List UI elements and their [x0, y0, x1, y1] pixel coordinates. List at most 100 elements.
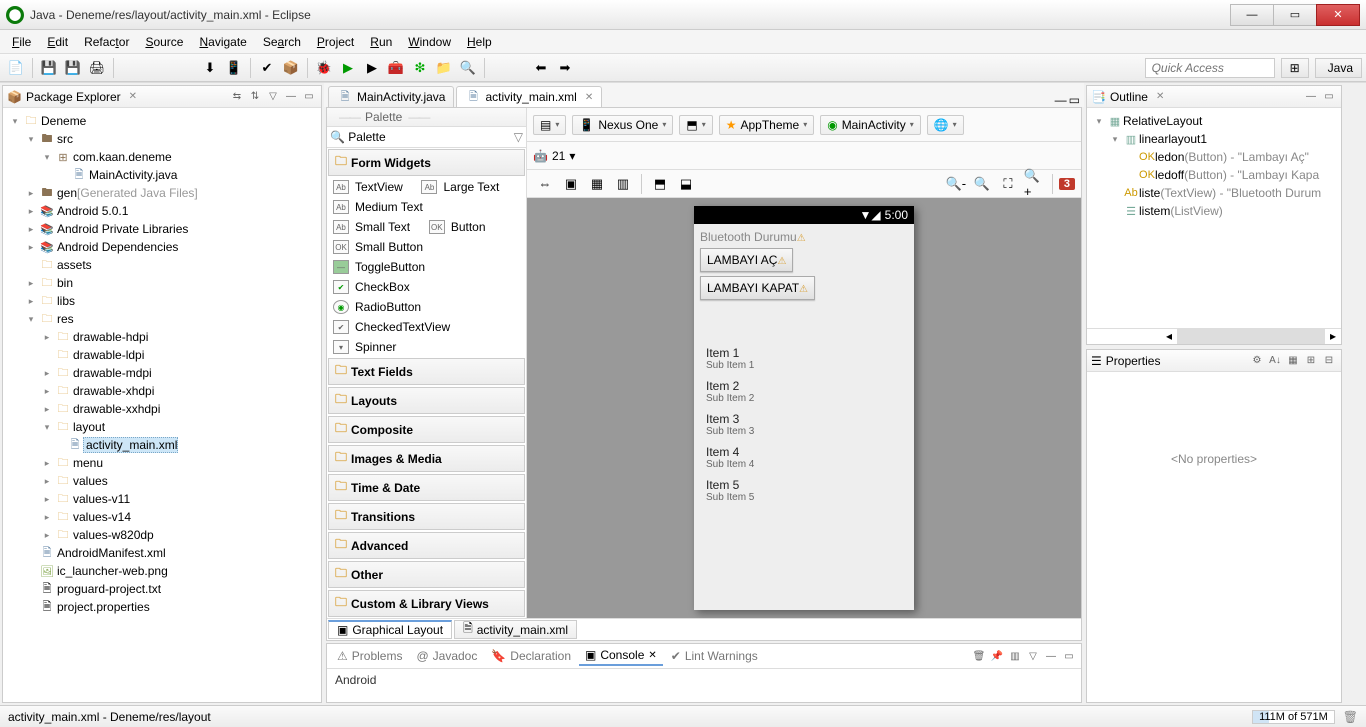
close-tab-icon[interactable]: ✕ [585, 92, 593, 103]
locale-dropdown[interactable]: 🌐▾ [927, 115, 964, 135]
print-button[interactable]: 🖨 [86, 57, 108, 79]
gc-button[interactable]: 🗑 [1343, 710, 1358, 724]
layout-canvas[interactable]: ▼◢5:00 Bluetooth Durumu⚠ LAMBAYI AÇ⚠ LAM… [527, 198, 1081, 618]
console-display-button[interactable]: ▥ [1007, 648, 1023, 664]
graphical-layout-tab[interactable]: ▣ Graphical Layout [328, 620, 452, 639]
outline-max-button[interactable]: ▭ [1321, 89, 1337, 105]
java-perspective-button[interactable]: 🿢Java [1315, 58, 1362, 78]
layout-action5[interactable]: ⬓ [675, 173, 697, 195]
palette-spinner[interactable]: ▾Spinner [327, 337, 526, 357]
props-tool1[interactable]: ⚙ [1249, 353, 1265, 369]
list-item[interactable]: Item 3Sub Item 3 [698, 408, 910, 441]
palette-cat-textfields[interactable]: 🗀Text Fields [328, 358, 525, 385]
open-perspective-button[interactable]: ⊞ [1281, 58, 1309, 78]
new-package-button[interactable]: 📁 [433, 57, 455, 79]
theme-dropdown[interactable]: ★AppTheme▾ [719, 115, 814, 135]
view-menu-button[interactable]: ▽ [265, 89, 281, 105]
menu-file[interactable]: File [4, 35, 39, 49]
palette-checkbox[interactable]: ✔CheckBox [327, 277, 526, 297]
problems-tab[interactable]: ⚠ Problems [331, 647, 408, 665]
new-button[interactable]: 📄 [5, 57, 27, 79]
external-tools-button[interactable]: 🧰 [385, 57, 407, 79]
console-clear-button[interactable]: 🗑 [971, 648, 987, 664]
activity-dropdown[interactable]: ◉MainActivity▾ [820, 115, 921, 135]
layout-action3[interactable]: ▥ [612, 173, 634, 195]
lint-tab[interactable]: ✔ Lint Warnings [665, 647, 764, 665]
editor-tab-activity-main[interactable]: 🗎activity_main.xml✕ [456, 86, 602, 107]
console-max-button[interactable]: ▭ [1061, 648, 1077, 664]
zoom-out-button[interactable]: 🔍- [945, 173, 967, 195]
palette-smallbutton[interactable]: OKSmall Button [327, 237, 526, 257]
menu-navigate[interactable]: Navigate [191, 35, 254, 49]
preview-button-off[interactable]: LAMBAYI KAPAT⚠ [700, 276, 815, 300]
maximize-button[interactable]: ▭ [1273, 4, 1317, 26]
open-type-button[interactable]: 🔍 [457, 57, 479, 79]
zoom-in-button[interactable]: 🔍+ [1023, 173, 1045, 195]
new-class-button[interactable]: ❇ [409, 57, 431, 79]
error-badge[interactable]: 3 [1059, 178, 1075, 190]
palette-cat-layouts[interactable]: 🗀Layouts [328, 387, 525, 414]
api-dropdown[interactable]: ▾ [569, 149, 575, 163]
palette-cat-other[interactable]: 🗀Other [328, 561, 525, 588]
declaration-tab[interactable]: 🔖 Declaration [485, 647, 577, 665]
quick-access-input[interactable] [1145, 58, 1275, 78]
close-view-icon[interactable]: ✕ [129, 91, 137, 102]
palette-mediumtext[interactable]: AbMedium Text [327, 197, 526, 217]
outline-tree[interactable]: ▾▦RelativeLayout ▾▥linearlayout1 OKledon… [1087, 108, 1341, 328]
layout-action2[interactable]: ▦ [586, 173, 608, 195]
palette-cat-formwidgets[interactable]: 🗀Form Widgets [328, 149, 525, 176]
palette-togglebutton[interactable]: —ToggleButton [327, 257, 526, 277]
minimize-button[interactable]: — [1230, 4, 1274, 26]
menu-refactor[interactable]: Refactor [76, 35, 137, 49]
props-tool4[interactable]: ⊞ [1303, 353, 1319, 369]
config-dropdown[interactable]: ▤▾ [533, 115, 566, 135]
palette-cat-custom[interactable]: 🗀Custom & Library Views [328, 590, 525, 617]
editor-max-button[interactable]: ▭ [1069, 93, 1080, 107]
menu-edit[interactable]: Edit [39, 35, 76, 49]
toggle-sizes-button[interactable]: ⇔ [534, 173, 556, 195]
menu-window[interactable]: Window [400, 35, 459, 49]
palette-cat-timedate[interactable]: 🗀Time & Date [328, 474, 525, 501]
collapse-all-button[interactable]: ⇆ [229, 89, 245, 105]
layout-action1[interactable]: ▣ [560, 173, 582, 195]
link-editor-button[interactable]: ⇅ [247, 89, 263, 105]
close-button[interactable]: ✕ [1316, 4, 1360, 26]
save-all-button[interactable]: 💾 [62, 57, 84, 79]
palette-cat-images[interactable]: 🗀Images & Media [328, 445, 525, 472]
palette-smalltext[interactable]: AbSmall Text OKButton [327, 217, 526, 237]
sdk-manager-button[interactable]: ⬇ [199, 57, 221, 79]
palette-textview[interactable]: AbTextView AbLarge Text [327, 177, 526, 197]
list-item[interactable]: Item 2Sub Item 2 [698, 375, 910, 408]
save-button[interactable]: 💾 [38, 57, 60, 79]
orientation-dropdown[interactable]: ⬒▾ [679, 115, 712, 135]
avd-manager-button[interactable]: 📱 [223, 57, 245, 79]
run-button[interactable]: ▶ [337, 57, 359, 79]
minimize-view-button[interactable]: — [283, 89, 299, 105]
editor-tab-mainactivity[interactable]: 🗎MainActivity.java [328, 86, 454, 107]
zoom-100-button[interactable]: ⛶ [997, 173, 1019, 195]
palette-cat-advanced[interactable]: 🗀Advanced [328, 532, 525, 559]
layout-action4[interactable]: ⬒ [649, 173, 671, 195]
menu-source[interactable]: Source [137, 35, 191, 49]
run-last-button[interactable]: ▶ [361, 57, 383, 79]
outline-min-button[interactable]: — [1303, 89, 1319, 105]
props-tool3[interactable]: ▦ [1285, 353, 1301, 369]
console-menu-button[interactable]: ▽ [1025, 648, 1041, 664]
device-dropdown[interactable]: 📱Nexus One▾ [572, 115, 673, 135]
lint-button[interactable]: ✔ [256, 57, 278, 79]
menu-help[interactable]: Help [459, 35, 500, 49]
palette-checkedtextview[interactable]: ✔CheckedTextView [327, 317, 526, 337]
javadoc-tab[interactable]: @ Javadoc [410, 647, 483, 665]
list-item[interactable]: Item 4Sub Item 4 [698, 441, 910, 474]
new-project-button[interactable]: 📦 [280, 57, 302, 79]
console-min-button[interactable]: — [1043, 648, 1059, 664]
list-item[interactable]: Item 5Sub Item 5 [698, 474, 910, 507]
palette-search-icon[interactable]: 🔍 Palette [330, 130, 386, 144]
props-tool5[interactable]: ⊟ [1321, 353, 1337, 369]
package-tree[interactable]: ▾🗀Deneme ▾🖿src ▾⊞com.kaan.deneme 🗎MainAc… [3, 108, 321, 702]
preview-button-on[interactable]: LAMBAYI AÇ⚠ [700, 248, 793, 272]
palette-cat-transitions[interactable]: 🗀Transitions [328, 503, 525, 530]
zoom-fit-button[interactable]: 🔍 [971, 173, 993, 195]
menu-run[interactable]: Run [362, 35, 400, 49]
close-outline-icon[interactable]: ✕ [1156, 91, 1164, 102]
